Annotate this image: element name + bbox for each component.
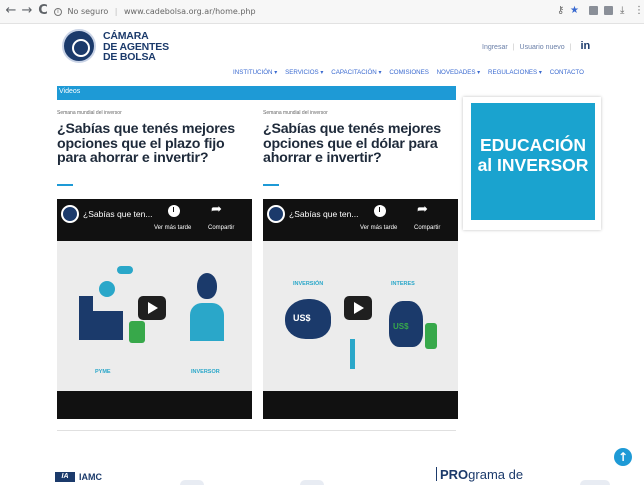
factory-chimney xyxy=(79,296,93,340)
partner-logo[interactable] xyxy=(580,480,610,485)
watch-later-label[interactable]: Ver más tarde xyxy=(360,224,397,232)
video-title[interactable]: ¿Sabías que ten... xyxy=(83,209,152,220)
extension-icon[interactable] xyxy=(589,6,598,15)
nav-item-servicios[interactable]: SERVICIOS ▾ xyxy=(285,69,323,76)
investor-head xyxy=(197,273,217,299)
key-icon[interactable]: ⚷ xyxy=(557,5,564,17)
video-thumbnail[interactable]: INVERSIÓN INTERES US$ US$ xyxy=(263,241,458,391)
interes-label: INTERES xyxy=(391,281,415,287)
article-kicker: Semana mundial del inversor xyxy=(263,110,328,116)
utility-separator: | xyxy=(512,44,515,51)
linkedin-icon[interactable]: in xyxy=(580,40,590,52)
site-logo[interactable]: CÁMARA DE AGENTES DE BOLSA xyxy=(103,31,183,63)
utility-links: Ingresar | Usuario nuevo | in xyxy=(482,40,590,52)
headline-accent xyxy=(57,184,73,186)
video-player[interactable]: INVERSIÓN INTERES US$ US$ ¿Sabías que te… xyxy=(263,199,458,419)
forward-icon[interactable]: → xyxy=(20,4,34,18)
address-separator: | xyxy=(114,7,118,16)
reload-icon[interactable]: C xyxy=(36,4,50,18)
cloud-icon xyxy=(117,266,133,274)
investor-label: INVERSOR xyxy=(191,369,220,375)
nav-item-comisiones[interactable]: COMISIONES xyxy=(389,69,429,76)
iamc-logo-icon[interactable]: IA xyxy=(55,472,75,482)
piggy-currency: US$ xyxy=(293,313,311,323)
program-logo-bold: PRO xyxy=(440,467,469,482)
channel-avatar[interactable] xyxy=(61,205,79,223)
coins-stack-icon xyxy=(129,321,145,343)
pyme-label: PYME xyxy=(95,369,111,375)
extension-icon[interactable] xyxy=(604,6,613,15)
clock-icon[interactable] xyxy=(374,205,386,217)
scroll-top-icon[interactable]: ↑ xyxy=(614,448,632,466)
logo-line: DE BOLSA xyxy=(103,51,156,63)
nav-item-regulaciones[interactable]: REGULACIONES ▾ xyxy=(488,69,542,76)
investor-body xyxy=(190,303,224,341)
education-banner-text: EDUCACIÓN al INVERSOR xyxy=(471,135,595,175)
partner-logo[interactable] xyxy=(300,480,324,485)
headline-accent xyxy=(263,184,279,186)
back-icon[interactable]: ← xyxy=(4,4,18,18)
gear-icon xyxy=(99,281,115,297)
star-icon[interactable]: ★ xyxy=(570,5,579,17)
program-logo-bar xyxy=(436,467,437,481)
share-label[interactable]: Compartir xyxy=(414,224,440,232)
iamc-logo-text[interactable]: IAMC xyxy=(79,472,102,482)
video-title[interactable]: ¿Sabías que ten... xyxy=(289,209,358,220)
nav-item-institucion[interactable]: INSTITUCIÓN ▾ xyxy=(233,69,277,76)
video-player[interactable]: PYME INVERSOR ¿Sabías que ten... ➦ Ver m… xyxy=(57,199,252,419)
share-label[interactable]: Compartir xyxy=(208,224,234,232)
register-link[interactable]: Usuario nuevo xyxy=(520,44,565,51)
nav-item-contacto[interactable]: CONTACTO xyxy=(550,69,584,76)
plant-stem xyxy=(350,339,355,369)
share-icon[interactable]: ➦ xyxy=(211,202,222,217)
video-thumbnail[interactable]: PYME INVERSOR xyxy=(57,241,252,391)
channel-avatar[interactable] xyxy=(267,205,285,223)
program-logo[interactable]: PROgrama de xyxy=(436,467,523,483)
article-kicker: Semana mundial del inversor xyxy=(57,110,122,116)
nav-item-capacitacion[interactable]: CAPACITACIÓN ▾ xyxy=(331,69,381,76)
banner-line: al INVERSOR xyxy=(477,155,589,175)
share-icon[interactable]: ➦ xyxy=(417,202,428,217)
partner-logo[interactable] xyxy=(180,480,204,485)
url-text[interactable]: www.cadebolsa.org.ar/home.php xyxy=(124,7,256,16)
logo-line: CÁMARA xyxy=(103,30,149,42)
videos-section-label: Videos xyxy=(59,88,81,95)
bag-currency: US$ xyxy=(393,322,409,331)
logo-seal-icon[interactable] xyxy=(62,29,96,63)
browser-toolbar: ← → C i No seguro | www.cadebolsa.org.ar… xyxy=(0,0,644,24)
menu-icon[interactable]: ⋮ xyxy=(634,5,644,17)
clock-icon[interactable] xyxy=(168,205,180,217)
address-bar[interactable]: i No seguro | www.cadebolsa.org.ar/home.… xyxy=(54,4,514,19)
watch-later-label[interactable]: Ver más tarde xyxy=(154,224,191,232)
play-button[interactable] xyxy=(344,296,372,320)
play-button[interactable] xyxy=(138,296,166,320)
videos-section-bar: Videos xyxy=(57,86,456,100)
article-headline[interactable]: ¿Sabías que tenés mejores opciones que e… xyxy=(57,122,257,166)
inversion-label: INVERSIÓN xyxy=(293,281,324,287)
download-icon[interactable]: ⤓ xyxy=(620,5,624,17)
main-nav: INSTITUCIÓN ▾ SERVICIOS ▾ CAPACITACIÓN ▾… xyxy=(233,67,590,78)
section-divider xyxy=(57,430,456,431)
factory-building xyxy=(93,311,123,340)
nav-item-novedades[interactable]: NOVEDADES ▾ xyxy=(437,69,481,76)
program-logo-rest: grama de xyxy=(468,467,524,482)
utility-separator: | xyxy=(569,44,572,51)
coins-stack-icon xyxy=(425,323,437,349)
banner-line: EDUCACIÓN xyxy=(480,135,586,155)
education-banner[interactable]: EDUCACIÓN al INVERSOR xyxy=(471,103,595,220)
login-link[interactable]: Ingresar xyxy=(482,44,508,51)
security-label: No seguro xyxy=(67,7,109,16)
info-icon[interactable]: i xyxy=(54,7,62,16)
article-headline[interactable]: ¿Sabías que tenés mejores opciones que e… xyxy=(263,122,463,166)
